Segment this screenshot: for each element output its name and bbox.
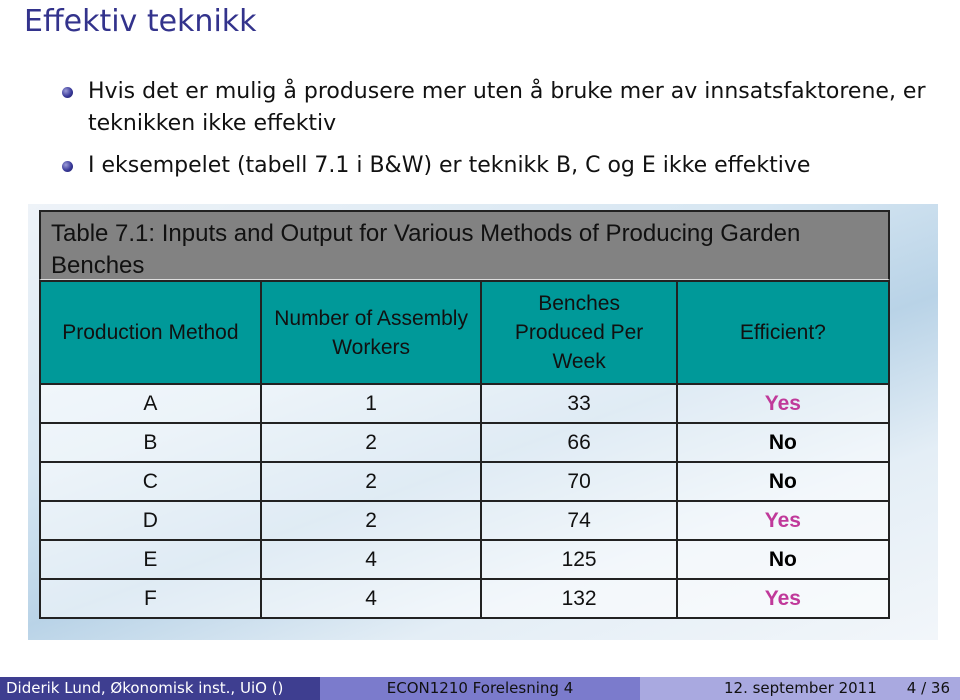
cell-method: C [39,461,262,502]
slide-footer: Diderik Lund, Økonomisk inst., UiO () EC… [0,677,960,700]
footer-right: 12. september 2011 4 / 36 [640,677,960,700]
footer-author: Diderik Lund, Økonomisk inst., UiO () [0,677,320,700]
footer-course: ECON1210 Forelesning 4 [320,677,640,700]
cell-benches: 125 [480,539,678,580]
bullet-icon [62,161,73,172]
table-container: Table 7.1: Inputs and Output for Various… [39,210,891,619]
table-row: A 1 33 Yes [39,383,891,424]
table-header-row: Production Method Number of Assembly Wor… [39,280,891,385]
cell-method: E [39,539,262,580]
table-caption: Table 7.1: Inputs and Output for Various… [39,210,890,280]
table-row: D 2 74 Yes [39,500,891,541]
cell-workers: 4 [259,539,483,580]
cell-benches: 66 [480,422,678,463]
cell-method: F [39,578,262,619]
table-row: E 4 125 No [39,539,891,580]
slide-title: Effektiv teknikk [24,4,257,39]
column-header: Production Method [39,280,262,385]
cell-efficient: Yes [675,383,891,424]
data-table: Production Method Number of Assembly Wor… [39,280,891,619]
cell-efficient: No [675,422,891,463]
cell-benches: 74 [480,500,678,541]
bullet-item: I eksempelet (tabell 7.1 i B&W) er tekni… [62,150,942,182]
bullet-item: Hvis det er mulig å produsere mer uten å… [62,76,942,140]
cell-efficient: No [675,461,891,502]
column-header: Number of Assembly Workers [259,280,483,385]
page-number: 4 / 36 [906,679,950,697]
cell-method: D [39,500,262,541]
cell-efficient: Yes [675,578,891,619]
cell-workers: 2 [259,461,483,502]
bullet-text: I eksempelet (tabell 7.1 i B&W) er tekni… [88,153,811,178]
table-row: C 2 70 No [39,461,891,502]
cell-workers: 1 [259,383,483,424]
footer-date: 12. september 2011 [723,679,877,697]
table-row: B 2 66 No [39,422,891,463]
cell-benches: 70 [480,461,678,502]
bullet-icon [62,87,73,98]
column-header: Efficient? [675,280,891,385]
cell-efficient: Yes [675,500,891,541]
cell-workers: 4 [259,578,483,619]
column-header: Benches Produced Per Week [480,280,678,385]
cell-workers: 2 [259,500,483,541]
cell-benches: 33 [480,383,678,424]
cell-method: B [39,422,262,463]
cell-workers: 2 [259,422,483,463]
cell-benches: 132 [480,578,678,619]
cell-method: A [39,383,262,424]
bullet-text: Hvis det er mulig å produsere mer uten å… [88,79,926,136]
cell-efficient: No [675,539,891,580]
table-row: F 4 132 Yes [39,578,891,619]
bullet-list: Hvis det er mulig å produsere mer uten å… [62,76,942,192]
